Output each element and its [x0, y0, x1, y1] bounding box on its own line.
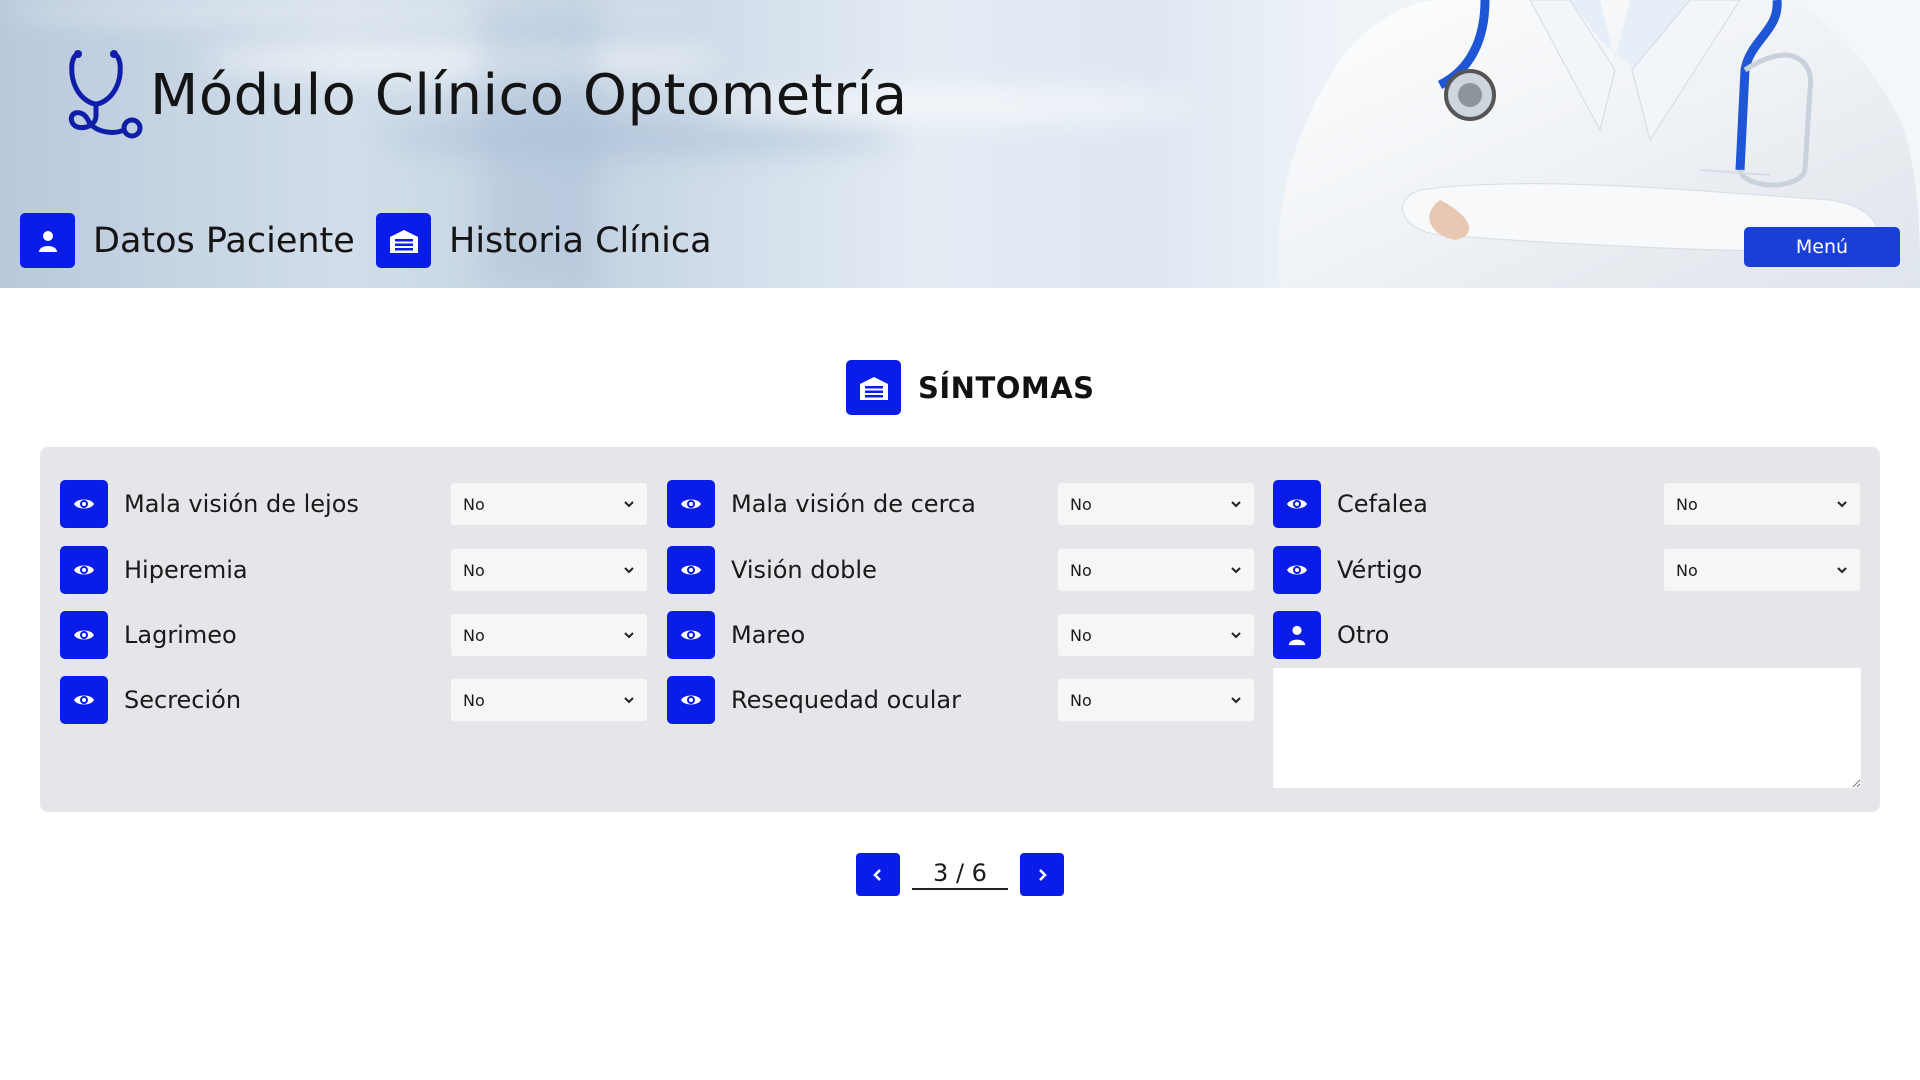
- next-page-button[interactable]: [1020, 853, 1064, 896]
- otro-textarea[interactable]: [1273, 668, 1861, 788]
- symptom-row-secrecion: Secreción: [60, 676, 241, 724]
- symptom-label: Mareo: [731, 621, 806, 649]
- eye-icon: [667, 611, 715, 659]
- nav-historia-clinica[interactable]: Historia Clínica: [376, 213, 712, 268]
- previous-page-button[interactable]: [856, 853, 900, 896]
- clinic-icon: [846, 360, 901, 415]
- hiperemia-select[interactable]: No: [451, 549, 647, 591]
- eye-icon: [1273, 546, 1321, 594]
- symptom-row-resequedad-ocular: Resequedad ocular: [667, 676, 961, 724]
- chevron-down-icon: [624, 501, 634, 508]
- app-title: Módulo Clínico Optometría: [150, 62, 908, 128]
- eye-icon: [667, 480, 715, 528]
- mareo-select[interactable]: No: [1058, 614, 1254, 656]
- nav-historia-clinica-label: Historia Clínica: [449, 220, 712, 261]
- nav-datos-paciente-label: Datos Paciente: [93, 220, 355, 261]
- chevron-down-icon: [1837, 567, 1847, 574]
- clinic-icon: [376, 213, 431, 268]
- vision-doble-select[interactable]: No: [1058, 549, 1254, 591]
- resequedad-ocular-select[interactable]: No: [1058, 679, 1254, 721]
- symptom-row-cefalea: Cefalea: [1273, 480, 1428, 528]
- chevron-down-icon: [1231, 501, 1241, 508]
- eye-icon: [667, 546, 715, 594]
- symptom-label: Cefalea: [1337, 490, 1428, 518]
- symptom-row-vision-doble: Visión doble: [667, 546, 877, 594]
- eye-icon: [667, 676, 715, 724]
- lagrimeo-select[interactable]: No: [451, 614, 647, 656]
- symptom-label: Secreción: [124, 686, 242, 714]
- symptom-label: Lagrimeo: [124, 621, 237, 649]
- chevron-right-icon: [1039, 868, 1047, 881]
- vertigo-select[interactable]: No: [1664, 549, 1860, 591]
- mala-vision-cerca-select[interactable]: No: [1058, 483, 1254, 525]
- section-title: SÍNTOMAS: [846, 360, 1095, 415]
- mala-vision-lejos-select[interactable]: No: [451, 483, 647, 525]
- chevron-down-icon: [624, 697, 634, 704]
- symptom-label: Mala visión de cerca: [731, 490, 976, 518]
- symptom-label: Hiperemia: [124, 556, 248, 584]
- chevron-down-icon: [1231, 697, 1241, 704]
- chevron-down-icon: [624, 567, 634, 574]
- symptom-label: Vértigo: [1337, 556, 1423, 584]
- symptom-label: Resequedad ocular: [731, 686, 961, 714]
- cefalea-select[interactable]: No: [1664, 483, 1860, 525]
- symptom-row-mala-vision-cerca: Mala visión de cerca: [667, 480, 976, 528]
- chevron-down-icon: [1231, 567, 1241, 574]
- symptom-row-mala-vision-lejos: Mala visión de lejos: [60, 480, 359, 528]
- symptom-row-mareo: Mareo: [667, 611, 805, 659]
- stethoscope-icon: [68, 50, 143, 139]
- symptom-row-hiperemia: Hiperemia: [60, 546, 248, 594]
- secrecion-select[interactable]: No: [451, 679, 647, 721]
- eye-icon: [1273, 480, 1321, 528]
- eye-icon: [60, 546, 108, 594]
- nav-datos-paciente[interactable]: Datos Paciente: [20, 213, 355, 268]
- symptom-label: Mala visión de lejos: [124, 490, 359, 518]
- symptom-row-otro: Otro: [1273, 611, 1389, 659]
- header-banner: Módulo Clínico Optometría Datos Paciente…: [0, 0, 1920, 288]
- user-icon: [20, 213, 75, 268]
- chevron-down-icon: [1231, 632, 1241, 639]
- section-title-text: SÍNTOMAS: [918, 370, 1095, 405]
- chevron-down-icon: [624, 632, 634, 639]
- menu-button[interactable]: Menú: [1744, 227, 1900, 267]
- eye-icon: [60, 611, 108, 659]
- page-indicator: 3 / 6: [912, 858, 1008, 890]
- symptom-label: Otro: [1337, 621, 1390, 649]
- chevron-down-icon: [1837, 501, 1847, 508]
- symptom-row-vertigo: Vértigo: [1273, 546, 1422, 594]
- symptom-label: Visión doble: [731, 556, 877, 584]
- user-icon: [1273, 611, 1321, 659]
- chevron-left-icon: [873, 868, 881, 881]
- eye-icon: [60, 676, 108, 724]
- symptom-row-lagrimeo: Lagrimeo: [60, 611, 237, 659]
- eye-icon: [60, 480, 108, 528]
